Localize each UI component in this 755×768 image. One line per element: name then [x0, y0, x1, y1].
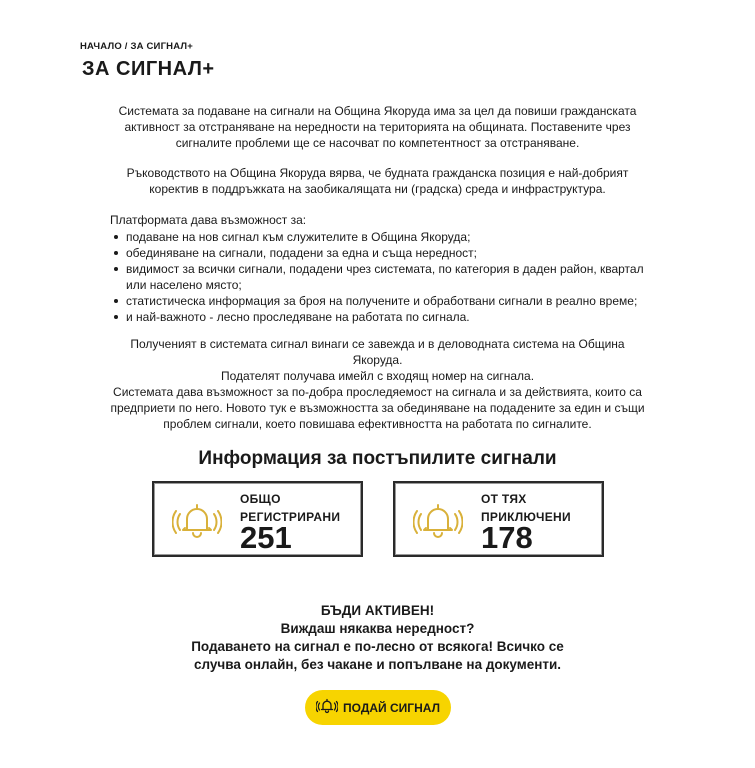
- bell-icon: [171, 501, 223, 541]
- stat-value: 251: [240, 520, 292, 555]
- breadcrumb: НАЧАЛО / ЗА СИГНАЛ+: [80, 41, 193, 52]
- stat-label-line-1: ОБЩО: [240, 492, 281, 506]
- intro-paragraph-2: Ръководството на Община Якоруда вярва, ч…: [126, 166, 629, 196]
- bell-icon: [315, 698, 339, 717]
- features-section: Платформата дава възможност за: подаване…: [110, 212, 655, 325]
- breadcrumb-separator: /: [124, 41, 128, 52]
- stat-card-completed: ОТ ТЯХ ПРИКЛЮЧЕНИ 178: [393, 481, 604, 557]
- stat-label-line-1: ОТ ТЯХ: [481, 492, 527, 506]
- stat-value: 178: [481, 520, 533, 555]
- list-item: статистическа информация за броя на полу…: [114, 293, 655, 309]
- list-item: подаване на нов сигнал към служителите в…: [114, 229, 655, 245]
- bell-icon: [412, 501, 464, 541]
- cta-text: БЪДИ АКТИВЕН! Виждаш някаква нередност? …: [0, 602, 755, 674]
- page-title: ЗА СИГНАЛ+: [82, 58, 215, 80]
- cta-line-2: Виждаш някаква нередност?: [280, 621, 475, 636]
- cta-line-1: БЪДИ АКТИВЕН!: [320, 603, 435, 618]
- cta-line-4: случва онлайн, без чакане и попълване на…: [193, 657, 562, 672]
- process-line-1: Полученият в системата сигнал винаги се …: [130, 337, 625, 367]
- stat-card-total: ОБЩО РЕГИСТРИРАНИ 251: [152, 481, 363, 557]
- list-item: видимост за всички сигнали, подадени чре…: [114, 261, 655, 293]
- features-list: подаване на нов сигнал към служителите в…: [110, 229, 655, 325]
- process-line-2: Подателят получава имейл с входящ номер …: [220, 369, 535, 383]
- submit-signal-button[interactable]: ПОДАЙ СИГНАЛ: [305, 690, 451, 725]
- breadcrumb-current: ЗА СИГНАЛ+: [130, 41, 194, 52]
- breadcrumb-home-link[interactable]: НАЧАЛО: [80, 41, 122, 52]
- process-line-3: Системата дава възможност за по-добра пр…: [110, 385, 645, 431]
- list-item: и най-важното - лесно проследяване на ра…: [114, 309, 655, 325]
- stats-heading: Информация за постъпилите сигнали: [198, 448, 557, 469]
- cta-line-3: Подаването на сигнал е по-лесно от всяко…: [191, 639, 564, 654]
- list-item: обединяване на сигнали, подадени за една…: [114, 245, 655, 261]
- features-intro: Платформата дава възможност за:: [110, 213, 307, 227]
- submit-signal-label: ПОДАЙ СИГНАЛ: [343, 700, 440, 715]
- process-description: Полученият в системата сигнал винаги се …: [110, 336, 645, 432]
- intro-paragraph-1: Системата за подаване на сигнали на Общи…: [118, 104, 637, 150]
